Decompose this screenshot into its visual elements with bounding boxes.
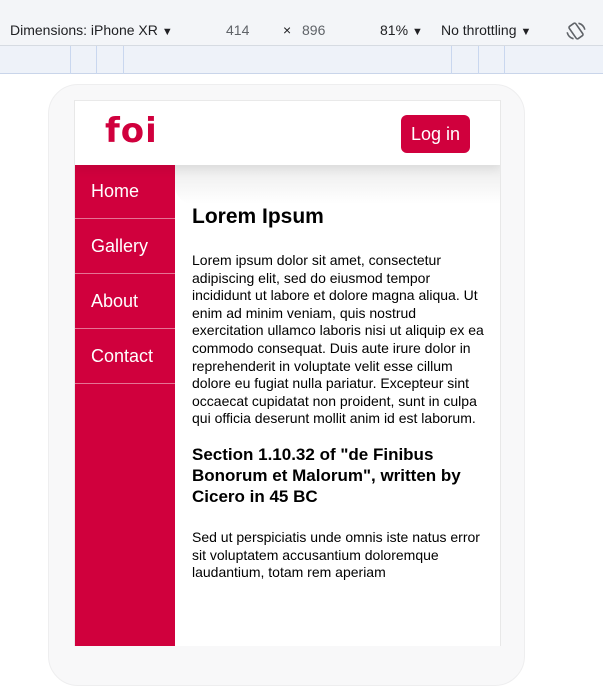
throttling-dropdown[interactable]: No throttling ▼ — [441, 22, 531, 38]
nav-item-about[interactable]: About — [75, 274, 175, 329]
rotate-icon[interactable] — [566, 21, 586, 41]
nav-item-home[interactable]: Home — [75, 164, 175, 219]
media-query-ruler — [0, 46, 603, 74]
chevron-down-icon: ▼ — [520, 26, 532, 38]
chevron-down-icon: ▼ — [412, 26, 423, 38]
section-heading: Section 1.10.32 of "de Finibus Bonorum e… — [192, 444, 461, 506]
times-symbol: × — [283, 22, 292, 38]
device-dimensions-label: Dimensions: iPhone XR — [10, 22, 158, 38]
ruler-tick — [451, 46, 452, 74]
login-button[interactable]: Log in — [401, 115, 471, 153]
device-viewport: foi Log in Home Gallery About Contact Lo… — [74, 100, 501, 646]
intro-paragraph: Lorem ipsum dolor sit amet, consectetur … — [192, 252, 484, 427]
viewport-height-input[interactable]: 896 — [302, 22, 325, 38]
throttling-label: No throttling — [441, 22, 517, 38]
ruler-tick — [70, 46, 71, 74]
section-paragraph: Sed ut perspiciatis unde omnis iste natu… — [192, 528, 480, 581]
header-shadow — [175, 164, 500, 204]
zoom-label: 81% — [380, 22, 409, 38]
ruler-tick — [504, 46, 505, 74]
sidebar-nav: Home Gallery About Contact — [75, 164, 175, 646]
site-logo[interactable]: foi — [105, 111, 158, 151]
page-title: Lorem Ipsum — [192, 205, 324, 228]
chevron-down-icon: ▼ — [161, 26, 173, 38]
ruler-tick — [96, 46, 97, 74]
nav-item-contact[interactable]: Contact — [75, 329, 175, 384]
viewport-width-input[interactable]: 414 — [226, 22, 249, 38]
zoom-dropdown[interactable]: 81% ▼ — [380, 22, 423, 38]
nav-item-gallery[interactable]: Gallery — [75, 219, 175, 274]
main-content: Lorem Ipsum Lorem ipsum dolor sit amet, … — [192, 204, 488, 598]
device-dimensions-dropdown[interactable]: Dimensions: iPhone XR ▼ — [10, 22, 173, 38]
ruler-tick — [478, 46, 479, 74]
devtools-toolbar: Dimensions: iPhone XR ▼ 414 × 896 81% ▼ No… — [0, 0, 603, 46]
site-header: foi Log in — [75, 100, 500, 165]
ruler-tick — [123, 46, 124, 74]
